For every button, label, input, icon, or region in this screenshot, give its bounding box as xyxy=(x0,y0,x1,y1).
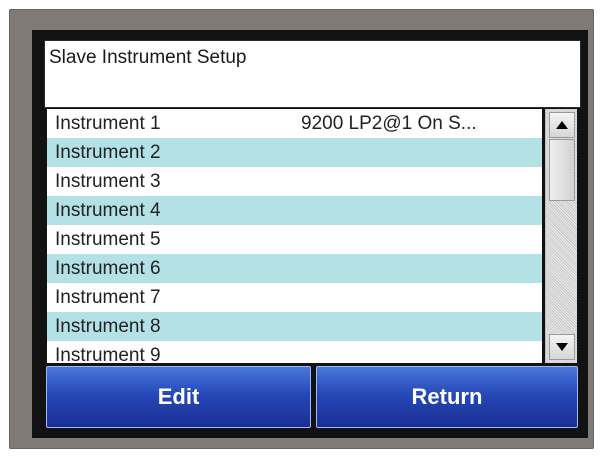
instrument-name: Instrument 2 xyxy=(55,142,161,163)
instrument-name: Instrument 7 xyxy=(55,287,161,308)
title-panel: Slave Instrument Setup xyxy=(44,40,581,108)
page-title: Slave Instrument Setup xyxy=(49,47,247,68)
instrument-name: Instrument 8 xyxy=(55,316,161,337)
return-button[interactable]: Return xyxy=(316,366,578,428)
instrument-list: Instrument 1 9200 LP2@1 On S... Instrume… xyxy=(47,109,542,363)
scroll-thumb[interactable] xyxy=(549,139,575,201)
instrument-value: 9200 LP2@1 On S... xyxy=(301,113,477,134)
scroll-up-button[interactable] xyxy=(549,112,575,138)
instrument-name: Instrument 4 xyxy=(55,200,161,221)
list-item[interactable]: Instrument 4 xyxy=(47,196,542,225)
instrument-name: Instrument 6 xyxy=(55,258,161,279)
list-scrollbar[interactable] xyxy=(545,109,577,363)
list-item[interactable]: Instrument 8 xyxy=(47,312,542,341)
instrument-name: Instrument 9 xyxy=(55,345,161,363)
list-item[interactable]: Instrument 5 xyxy=(47,225,542,254)
list-item[interactable]: Instrument 6 xyxy=(47,254,542,283)
edit-button[interactable]: Edit xyxy=(46,366,311,428)
instrument-name: Instrument 5 xyxy=(55,229,161,250)
list-item[interactable]: Instrument 2 xyxy=(47,138,542,167)
list-item[interactable]: Instrument 9 xyxy=(47,341,542,363)
list-item[interactable]: Instrument 3 xyxy=(47,167,542,196)
instrument-name: Instrument 3 xyxy=(55,171,161,192)
list-item[interactable]: Instrument 1 9200 LP2@1 On S... xyxy=(47,109,542,138)
triangle-up-icon xyxy=(556,121,568,129)
list-item[interactable]: Instrument 7 xyxy=(47,283,542,312)
instrument-name: Instrument 1 xyxy=(55,113,161,134)
triangle-down-icon xyxy=(556,343,568,351)
scroll-down-button[interactable] xyxy=(549,334,575,360)
